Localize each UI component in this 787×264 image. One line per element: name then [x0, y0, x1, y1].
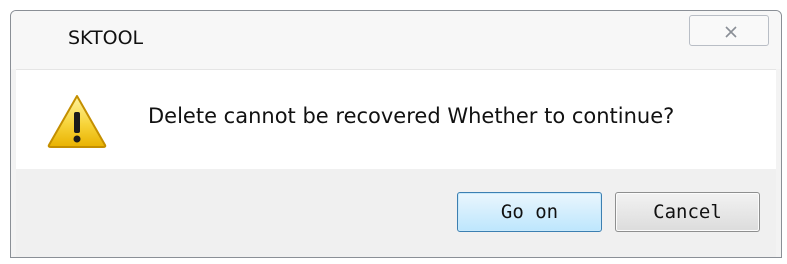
dialog-content: Delete cannot be recovered Whether to co…	[16, 69, 776, 170]
dialog-titlebar: SKTOOL	[11, 11, 781, 69]
close-button[interactable]	[689, 15, 769, 46]
close-icon	[725, 26, 737, 38]
dialog-message: Delete cannot be recovered Whether to co…	[148, 104, 675, 128]
go-on-button[interactable]: Go on	[457, 192, 602, 232]
dialog-button-bar: Go on Cancel	[16, 169, 776, 257]
warning-icon	[47, 95, 107, 148]
cancel-button[interactable]: Cancel	[615, 192, 760, 232]
message-dialog: SKTOOL Delete cannot be recovered Whethe…	[10, 10, 782, 258]
dialog-title: SKTOOL	[68, 27, 144, 49]
